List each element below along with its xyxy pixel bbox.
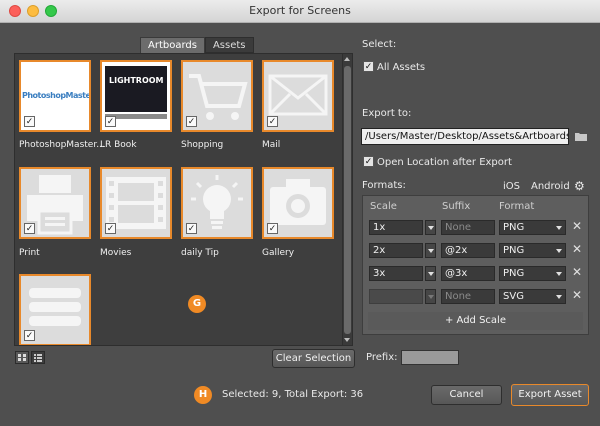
- tab-artboards[interactable]: Artboards: [140, 37, 205, 53]
- list-view-icon: [34, 354, 42, 362]
- scroll-down-arrow-icon[interactable]: [344, 338, 350, 342]
- format-select[interactable]: PNG: [499, 266, 566, 281]
- export-to-label: Export to:: [362, 108, 412, 119]
- artboard-label: Shopping: [181, 140, 224, 150]
- android-preset-link[interactable]: Android: [531, 181, 570, 192]
- ios-preset-link[interactable]: iOS: [503, 181, 520, 192]
- view-tabs: Artboards Assets: [140, 37, 254, 53]
- scale-dropdown-arrow[interactable]: [425, 243, 436, 258]
- open-location-label: Open Location after Export: [377, 157, 512, 168]
- artboard-checkbox[interactable]: ✓: [186, 223, 197, 234]
- artboard-label: Print: [19, 248, 40, 258]
- artboard-checkbox[interactable]: ✓: [267, 116, 278, 127]
- artboard-checkbox[interactable]: ✓: [267, 223, 278, 234]
- format-select[interactable]: PNG: [499, 243, 566, 258]
- artboard-thumbnail-movies[interactable]: ✓: [100, 167, 172, 239]
- artboard-thumbnail-photoshopmaster[interactable]: PhotoshopMaster ✓: [19, 60, 91, 132]
- format-header: Format: [499, 201, 535, 212]
- logo-text: PhotoshopMaster: [22, 91, 91, 100]
- select-label: Select:: [362, 39, 397, 50]
- suffix-header: Suffix: [442, 201, 471, 212]
- artboard-checkbox[interactable]: ✓: [186, 116, 197, 127]
- folder-icon[interactable]: [574, 131, 588, 142]
- scale-dropdown-arrow[interactable]: [425, 289, 436, 304]
- status-text: Selected: 9, Total Export: 36: [222, 389, 364, 400]
- scroll-up-arrow-icon[interactable]: [344, 57, 350, 61]
- callout-badge-h: H: [194, 386, 212, 404]
- artboard-thumbnail-print[interactable]: ✓: [19, 167, 91, 239]
- callout-badge-g: G: [188, 295, 206, 313]
- formats-label: Formats:: [362, 180, 406, 191]
- scale-input[interactable]: 1x: [369, 220, 423, 235]
- scale-dropdown-arrow[interactable]: [425, 266, 436, 281]
- logo-text: LIGHTROOM: [109, 76, 164, 85]
- artboard-label: Mail: [262, 140, 281, 150]
- artboard-checkbox[interactable]: ✓: [24, 330, 35, 341]
- artboard-checkbox[interactable]: ✓: [24, 116, 35, 127]
- artboard-label: daily Tip: [181, 248, 219, 258]
- add-scale-button[interactable]: + Add Scale: [368, 312, 583, 330]
- scale-input[interactable]: 2x: [369, 243, 423, 258]
- suffix-input[interactable]: None: [441, 289, 495, 304]
- remove-scale-button[interactable]: ✕: [572, 265, 582, 279]
- artboard-grid: PhotoshopMaster ✓ PhotoshopMaster... LIG…: [14, 53, 344, 346]
- suffix-input[interactable]: @3x: [441, 266, 495, 281]
- tab-assets[interactable]: Assets: [204, 37, 254, 53]
- scale-input[interactable]: 3x: [369, 266, 423, 281]
- prefix-label: Prefix:: [366, 352, 398, 363]
- scroll-thumb[interactable]: [344, 66, 351, 334]
- prefix-input[interactable]: [401, 350, 459, 365]
- artboard-thumbnail-daily-tip[interactable]: ✓: [181, 167, 253, 239]
- artboard-checkbox[interactable]: ✓: [105, 223, 116, 234]
- remove-scale-button[interactable]: ✕: [572, 219, 582, 233]
- window-title: Export for Screens: [249, 4, 351, 17]
- artboard-label: PhotoshopMaster...: [19, 140, 105, 150]
- artboard-thumbnail-gallery[interactable]: ✓: [262, 167, 334, 239]
- grid-view-button[interactable]: [15, 351, 29, 364]
- export-asset-button[interactable]: Export Asset: [511, 384, 589, 406]
- artboard-scrollbar[interactable]: [342, 53, 353, 346]
- artboard-thumbnail-shopping[interactable]: ✓: [181, 60, 253, 132]
- remove-scale-button[interactable]: ✕: [572, 288, 582, 302]
- format-select[interactable]: SVG: [499, 289, 566, 304]
- artboard-label: Movies: [100, 248, 132, 258]
- list-view-button[interactable]: [31, 351, 45, 364]
- export-path-field[interactable]: /Users/Master/Desktop/Assets&Artboards: [361, 128, 569, 145]
- clear-selection-button[interactable]: Clear Selection: [272, 349, 355, 368]
- scale-dropdown-arrow[interactable]: [425, 220, 436, 235]
- artboard-thumbnail-mail[interactable]: ✓: [262, 60, 334, 132]
- suffix-input[interactable]: None: [441, 220, 495, 235]
- artboard-thumbnail-lr-book[interactable]: LIGHTROOM ✓: [100, 60, 172, 132]
- remove-scale-button[interactable]: ✕: [572, 242, 582, 256]
- title-bar: Export for Screens: [0, 0, 600, 23]
- all-assets-checkbox[interactable]: ✓: [363, 61, 374, 72]
- grid-view-icon: [18, 354, 26, 361]
- open-location-checkbox[interactable]: ✓: [363, 156, 374, 167]
- artboard-thumbnail-server[interactable]: ✓: [19, 274, 91, 345]
- artboard-label: Gallery: [262, 248, 295, 258]
- artboard-checkbox[interactable]: ✓: [24, 223, 35, 234]
- scale-input-disabled[interactable]: [369, 289, 423, 304]
- cancel-button[interactable]: Cancel: [431, 385, 502, 405]
- suffix-input[interactable]: @2x: [441, 243, 495, 258]
- artboard-checkbox[interactable]: ✓: [105, 116, 116, 127]
- scale-header: Scale: [370, 201, 397, 212]
- artboard-label: LR Book: [100, 140, 137, 150]
- format-select[interactable]: PNG: [499, 220, 566, 235]
- formats-table: Scale Suffix Format 1x None PNG ✕ 2x @2x…: [362, 195, 589, 335]
- all-assets-label: All Assets: [377, 62, 426, 73]
- gear-icon[interactable]: ⚙: [574, 179, 585, 193]
